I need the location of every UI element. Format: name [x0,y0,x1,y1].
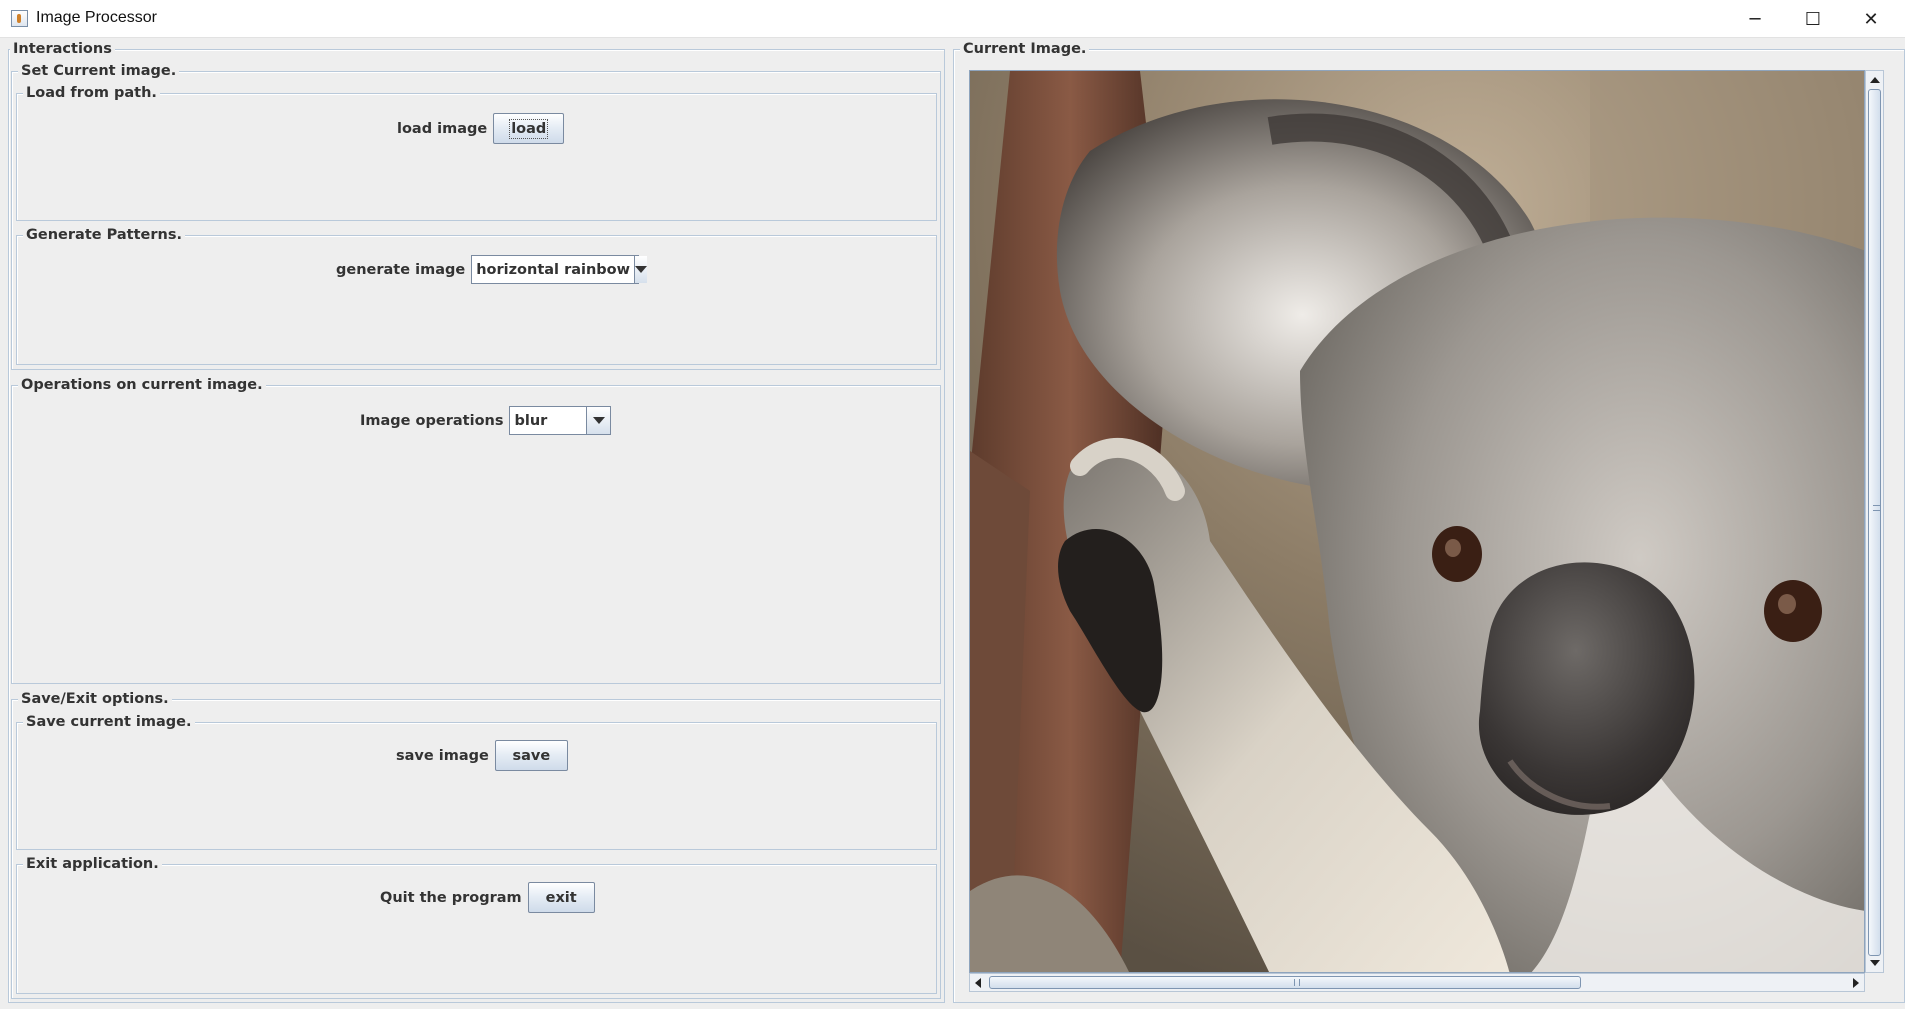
exit-button[interactable]: exit [527,882,595,913]
generate-image-label: generate image [336,261,466,278]
generate-patterns-title: Generate Patterns. [23,226,185,244]
save-current-image-group: Save current image. save image save [16,713,937,850]
save-current-image-title: Save current image. [23,713,195,731]
operations-select-value: blur [514,412,548,429]
operations-row: Image operations blur [360,406,612,435]
maximize-button[interactable]: ☐ [1784,0,1842,38]
vertical-scroll-thumb[interactable] [1868,89,1881,956]
chevron-down-icon[interactable] [634,256,648,283]
scroll-left-icon[interactable] [975,978,981,988]
horizontal-scroll-thumb[interactable] [989,976,1581,989]
pattern-select[interactable]: horizontal rainbow [471,255,648,284]
save-row: save image save [396,740,568,771]
close-button[interactable]: ✕ [1842,0,1900,38]
horizontal-scrollbar[interactable] [969,973,1865,992]
window-title: Image Processor [36,9,157,26]
operations-title: Operations on current image. [18,376,266,394]
save-button-label: save [512,747,551,764]
grip-icon [1873,505,1880,511]
generate-patterns-group: Generate Patterns. generate image horizo… [16,226,937,365]
load-image-label: load image [397,120,488,137]
operations-group: Operations on current image. Image opera… [11,376,941,684]
exit-application-group: Exit application. Quit the program exit [16,855,937,994]
java-app-icon [11,10,28,27]
load-from-path-group: Load from path. load image load [16,84,937,221]
load-button-label: load [509,118,549,139]
save-image-label: save image [396,747,489,764]
exit-application-title: Exit application. [23,855,162,873]
generate-row: generate image horizontal rainbow [336,255,648,284]
image-viewport[interactable] [969,70,1865,973]
title-bar: Image Processor ─ ☐ ✕ [0,0,1905,38]
current-image-title: Current Image. [960,40,1090,58]
save-exit-title: Save/Exit options. [18,690,172,708]
load-row: load image load [397,113,565,144]
load-button[interactable]: load [493,113,565,144]
load-from-path-title: Load from path. [23,84,160,102]
save-button[interactable]: save [494,740,568,771]
grip-icon [1294,979,1300,986]
minimize-button[interactable]: ─ [1726,0,1784,38]
scroll-right-icon[interactable] [1853,978,1859,988]
operations-select[interactable]: blur [509,406,612,435]
exit-button-label: exit [545,889,577,906]
scroll-down-icon[interactable] [1870,960,1880,966]
koala-image [970,71,1864,972]
scroll-up-icon[interactable] [1870,77,1880,83]
vertical-scrollbar[interactable] [1865,70,1884,973]
chevron-down-icon[interactable] [586,407,611,434]
exit-row: Quit the program exit [380,882,595,913]
set-current-image-title: Set Current image. [18,62,180,80]
interactions-title: Interactions [10,40,115,58]
pattern-select-value: horizontal rainbow [476,261,631,278]
image-operations-label: Image operations [360,412,504,429]
quit-program-label: Quit the program [380,889,522,906]
